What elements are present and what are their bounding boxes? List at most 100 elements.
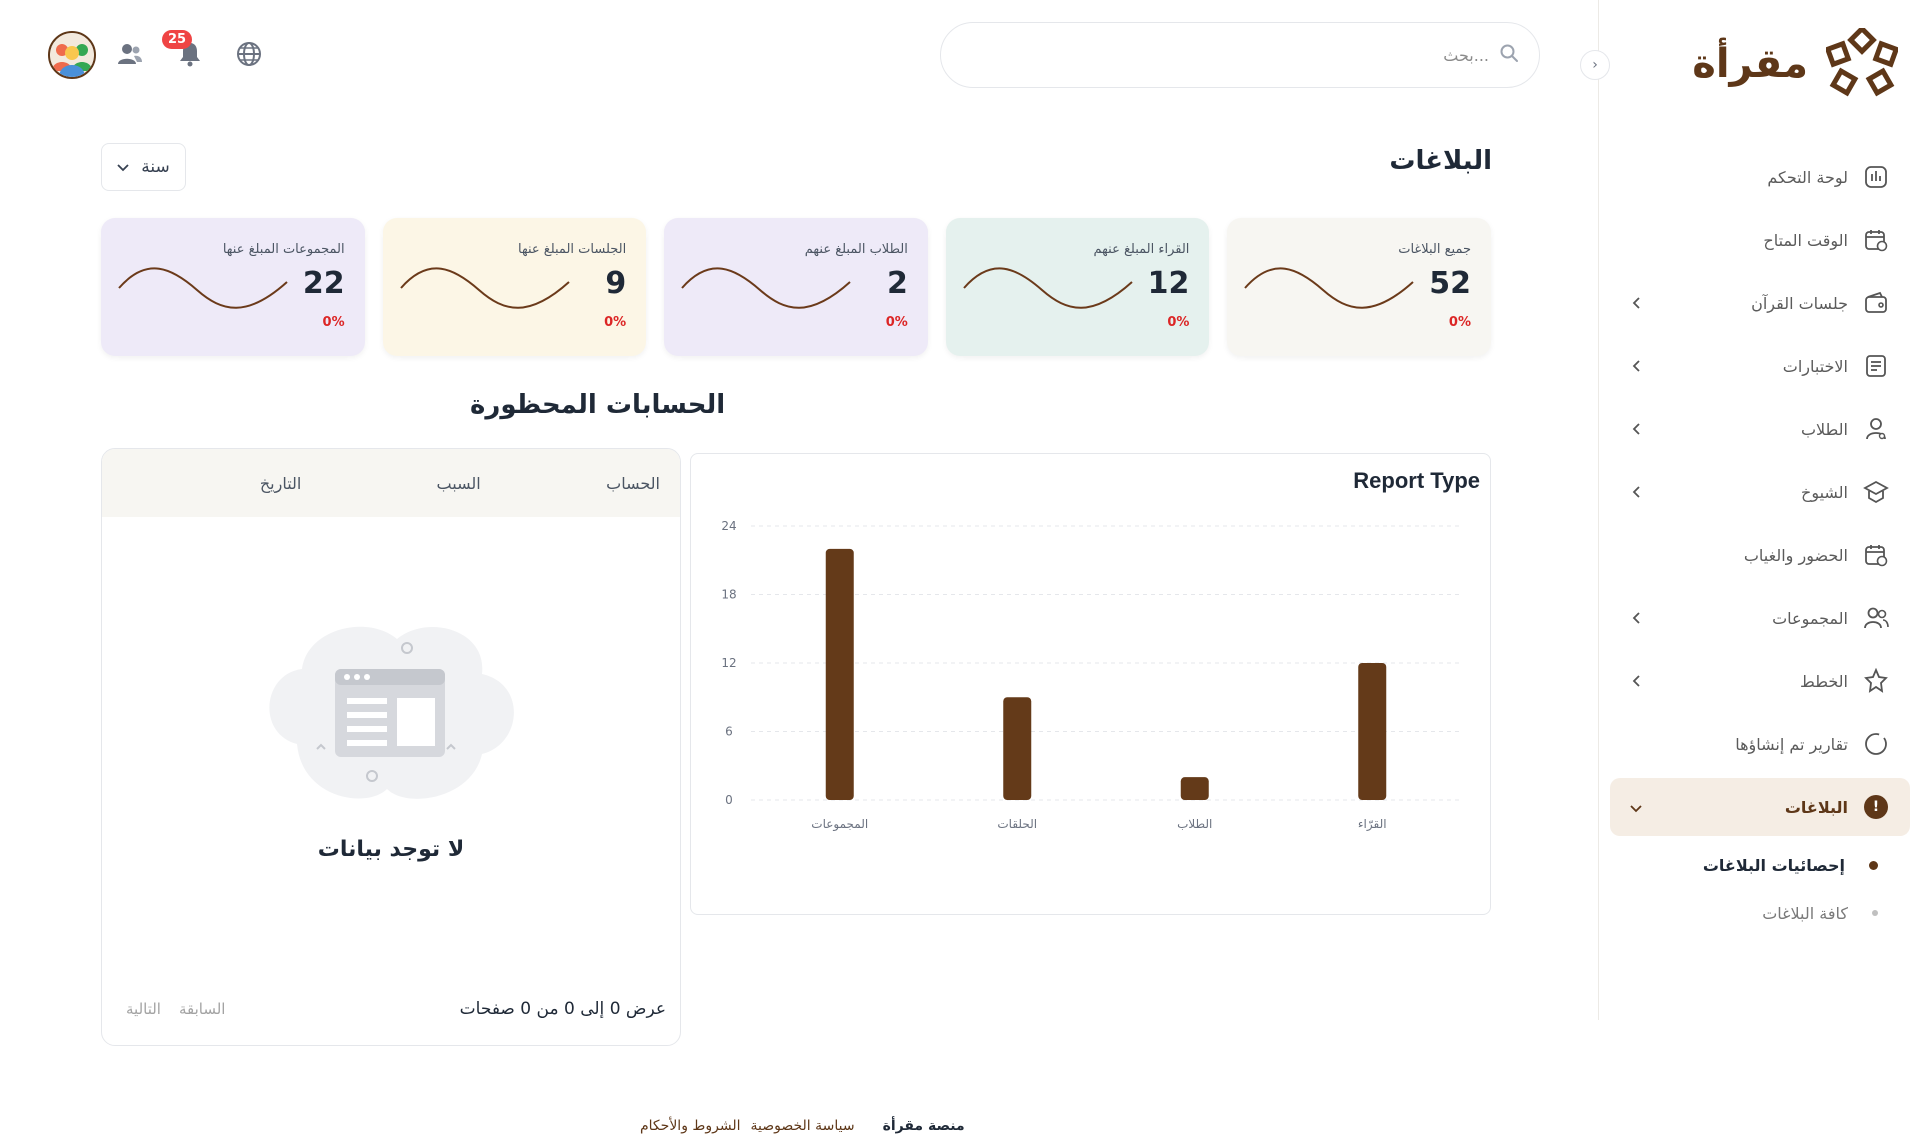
y-tick-label: 6 [725, 725, 733, 739]
y-tick-label: 0 [725, 793, 733, 807]
sidebar-item-10[interactable]: ! البلاغات [1610, 778, 1910, 836]
sidebar-item-2[interactable]: جلسات القرآن [1610, 274, 1910, 332]
sidebar-item-label: الاختبارات [1782, 356, 1848, 376]
wallet-icon [1862, 289, 1890, 317]
column-header-reason[interactable]: السبب [301, 474, 481, 493]
y-tick-label: 24 [721, 519, 736, 533]
sidebar-item-6[interactable]: الحضور والغياب [1610, 526, 1910, 584]
stat-card-4: المجموعات المبلغ عنها 22 0% [101, 218, 365, 356]
sparkline-icon [118, 267, 288, 309]
bar-2[interactable] [1003, 697, 1032, 800]
stat-card-change: 0% [604, 315, 627, 330]
user-avatar[interactable] [48, 31, 96, 79]
sidebar-item-1[interactable]: الوقت المتاح [1610, 211, 1910, 269]
chevron-left-icon [1626, 294, 1646, 313]
dashboard-icon [1862, 163, 1890, 191]
stat-card-2: الطلاب المبلغ عنهم 2 0% [664, 218, 928, 356]
bar-0[interactable] [1358, 663, 1387, 800]
report-type-chart: 0 6 12 18 24 القرّاء الطلاب الحلقات المجموعات [721, 519, 1461, 832]
stat-card-value: 22 [302, 266, 345, 301]
bullet-icon [1872, 910, 1878, 916]
x-tick-label: القرّاء [1358, 817, 1387, 832]
previous-page-button[interactable]: السابقة [179, 1000, 226, 1018]
logo[interactable]: مقرأة [1692, 28, 1898, 100]
globe-icon [237, 42, 261, 66]
pagination-info: عرض 0 إلى 0 من 0 صفحات [459, 999, 666, 1019]
report-type-chart-panel: Report Type 0 6 12 18 24 القرّاء الطلاب الحلقات… [690, 453, 1491, 915]
period-select[interactable]: سنة [101, 143, 186, 191]
search-input[interactable] [961, 45, 1489, 65]
sidebar-item-label: الخطط [1800, 671, 1848, 691]
sidebar-item-label: المجموعات [1772, 608, 1848, 628]
sidebar-item-label: تقارير تم إنشاؤها [1735, 734, 1848, 754]
empty-state-text: لا توجد بيانات [317, 837, 465, 862]
stat-card-1: القراء المبلغ عنهم 12 0% [945, 218, 1210, 356]
search-bar[interactable] [940, 22, 1540, 88]
bar-1[interactable] [1180, 777, 1209, 800]
chevron-left-icon [1626, 609, 1646, 628]
stat-card-value: 9 [605, 266, 627, 301]
sidebar-subitem-0[interactable]: إحصائيات البلاغات [1610, 841, 1910, 889]
brand-name: مقرأة [1692, 41, 1808, 87]
terms-link[interactable]: الشروط والأحكام [640, 1118, 740, 1134]
chevron-right-icon: › [1592, 57, 1598, 73]
sidebar-item-0[interactable]: لوحة التحكم [1610, 148, 1910, 206]
stat-card-0: جميع البلاغات 52 0% [1227, 218, 1491, 356]
avatar-image [50, 33, 94, 77]
pagination: عرض 0 إلى 0 من 0 صفحات السابقة التالية [102, 999, 680, 1019]
next-page-button[interactable]: التالية [126, 1000, 161, 1018]
users-icon [1862, 604, 1890, 632]
x-tick-label: الطلاب [1177, 817, 1212, 831]
stat-card-change: 0% [1167, 315, 1190, 330]
sidebar-item-3[interactable]: الاختبارات [1610, 337, 1910, 395]
alert-icon: ! [1862, 793, 1890, 821]
users-menu-button[interactable] [116, 40, 144, 68]
x-tick-label: المجموعات [811, 817, 868, 832]
chevron-left-icon [1626, 672, 1646, 691]
sparkline-icon [1244, 267, 1415, 309]
badge-star-icon [1862, 667, 1890, 695]
chevron-left-icon [1626, 357, 1646, 376]
sidebar-nav: لوحة التحكم الوقت المتاح جلسات القرآن الاخت… [1610, 148, 1910, 937]
stat-card-title: الطلاب المبلغ عنهم [804, 242, 908, 257]
user-icon [1862, 415, 1890, 443]
sidebar-item-5[interactable]: الشيوخ [1610, 463, 1910, 521]
column-header-date[interactable]: التاريخ [122, 474, 302, 493]
period-select-value: سنة [141, 157, 170, 177]
sidebar-item-label: الطلاب [1800, 419, 1848, 439]
sidebar-item-label: الشيوخ [1800, 482, 1848, 502]
stat-card-change: 0% [1448, 315, 1471, 330]
stat-card-change: 0% [885, 315, 908, 330]
graduation-cap-icon [1862, 478, 1890, 506]
sidebar-subitem-1[interactable]: كافة البلاغات [1610, 889, 1910, 937]
sidebar-item-9[interactable]: تقارير تم إنشاؤها [1610, 715, 1910, 773]
users-icon [118, 44, 142, 64]
chevron-down-icon [1626, 798, 1646, 817]
sidebar-item-label: البلاغات [1784, 797, 1848, 817]
sidebar-item-4[interactable]: الطلاب [1610, 400, 1910, 458]
stat-card-3: الجلسات المبلغ عنها 9 0% [382, 218, 647, 356]
x-tick-label: الحلقات [997, 817, 1037, 831]
sparkline-icon [399, 267, 570, 309]
language-button[interactable] [235, 40, 263, 68]
column-header-account[interactable]: الحساب [481, 474, 660, 493]
privacy-policy-link[interactable]: سياسة الخصوصية [750, 1118, 854, 1134]
sidebar: مقرأة لوحة التحكم الوقت المتاح جلسات القرآ… [1598, 0, 1920, 1020]
circle-icon [1862, 730, 1890, 758]
sidebar-item-8[interactable]: الخطط [1610, 652, 1910, 710]
sidebar-collapse-button[interactable]: › [1580, 50, 1610, 80]
notification-count-badge: 25 [162, 30, 193, 49]
sidebar-subitem-label: كافة البلاغات [1762, 903, 1848, 923]
notifications-button[interactable]: 25 [162, 30, 204, 68]
footer-brand: منصة مقرأة [882, 1118, 965, 1134]
sidebar-item-label: لوحة التحكم [1767, 167, 1848, 187]
stat-card-change: 0% [322, 315, 345, 330]
bar-3[interactable] [825, 548, 854, 800]
document-icon [1862, 352, 1890, 380]
y-tick-label: 12 [721, 656, 736, 670]
empty-state-illustration [269, 626, 514, 799]
banned-accounts-title: الحسابات المحظورة [470, 390, 726, 420]
sidebar-item-7[interactable]: المجموعات [1610, 589, 1910, 647]
calendar-check-icon [1862, 541, 1890, 569]
search-icon [1499, 43, 1519, 67]
